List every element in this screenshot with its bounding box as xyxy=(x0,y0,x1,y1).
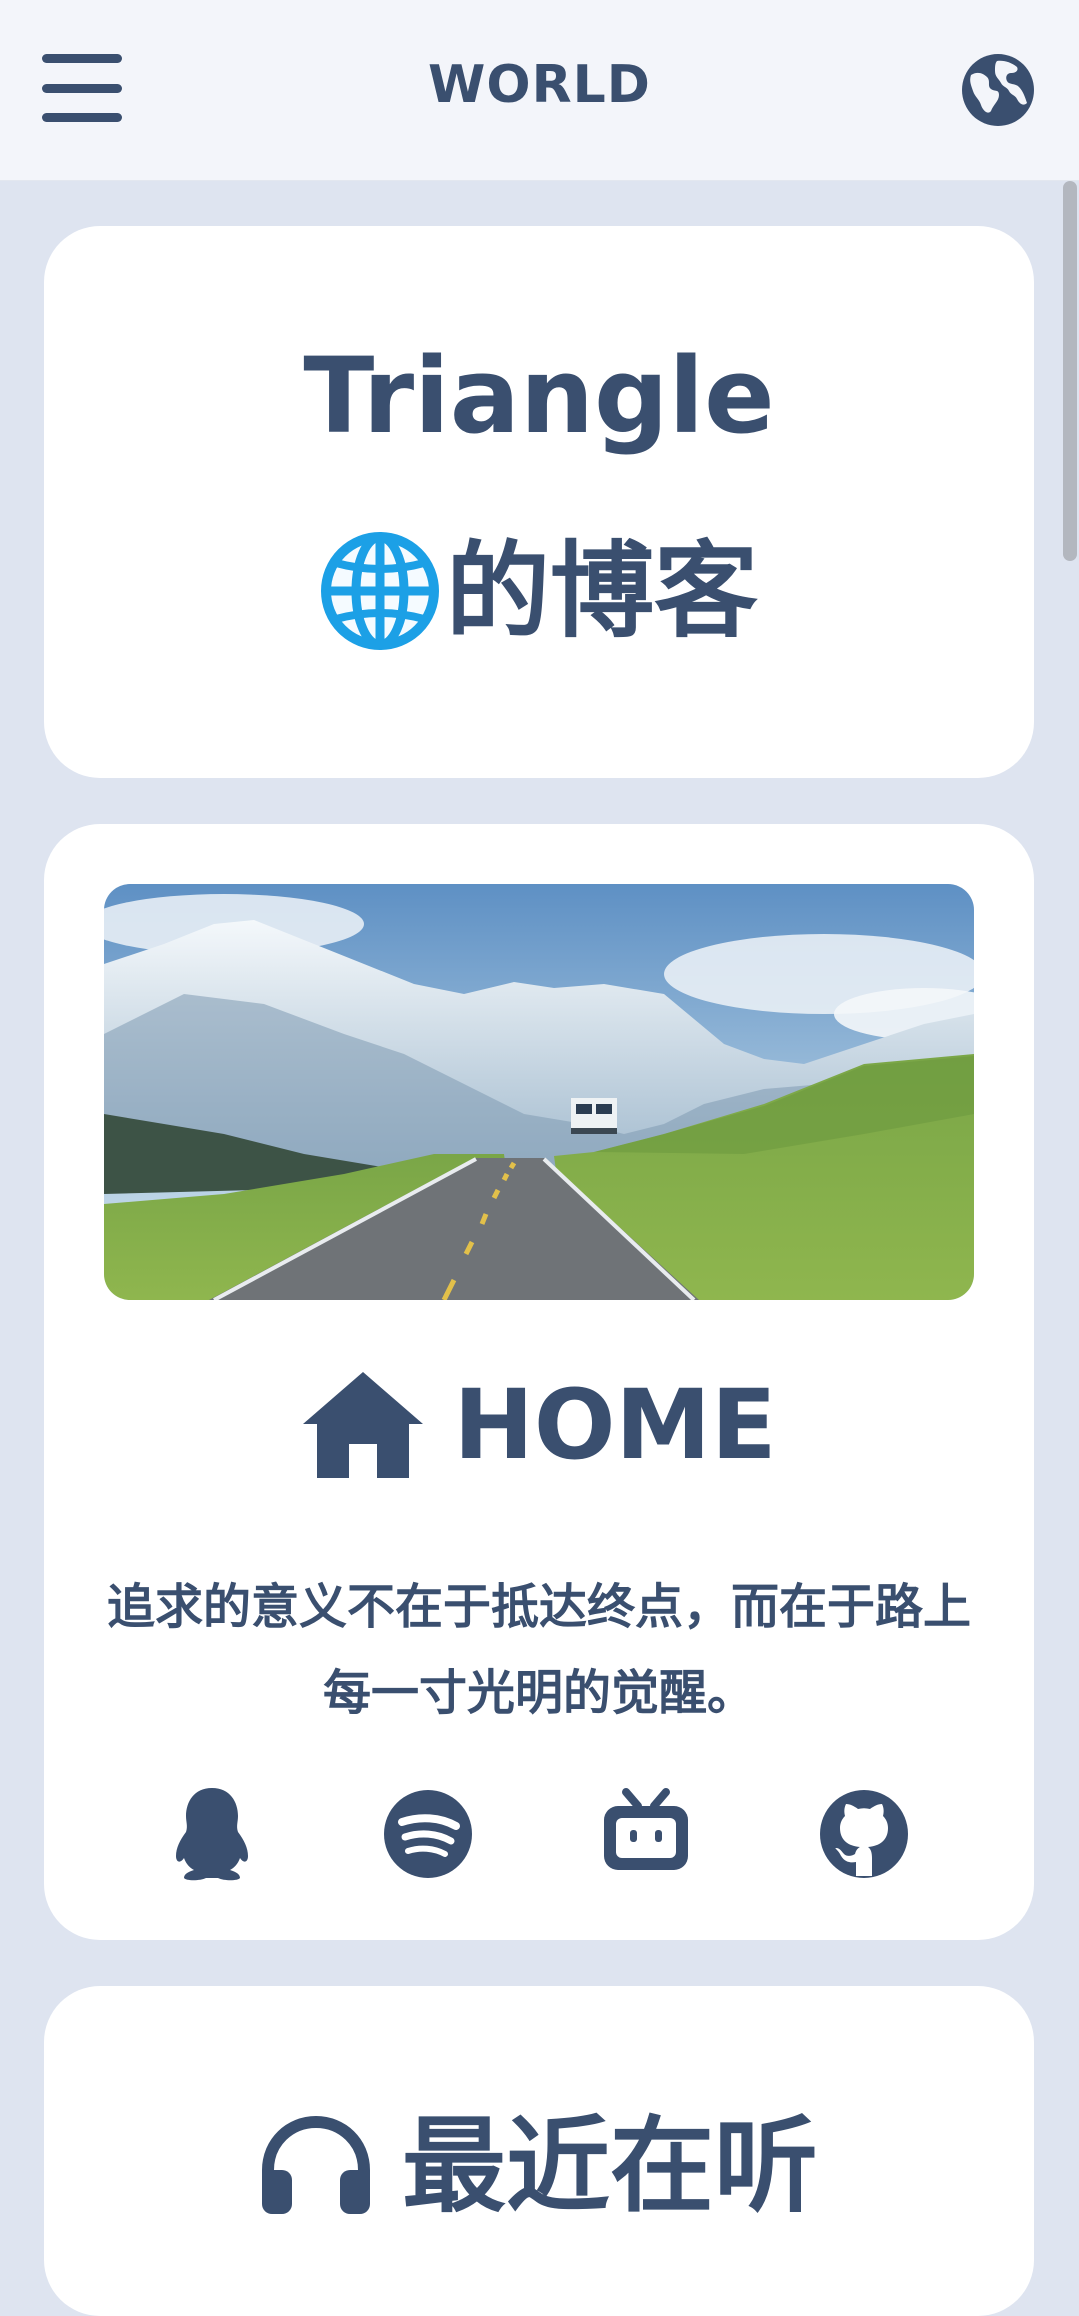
blog-title-chinese: 的博客 xyxy=(445,530,758,652)
mountain-road-with-bus-photo xyxy=(104,884,974,1300)
page-scrollbar[interactable] xyxy=(1059,181,1079,2256)
bilibili-icon[interactable] xyxy=(598,1786,694,1882)
house-icon xyxy=(303,1372,424,1478)
headphones-icon xyxy=(261,2116,370,2214)
social-links xyxy=(104,1786,974,1886)
intro-card: Triangle 的博客 xyxy=(44,226,1034,778)
recent-music-title: 最近在听 xyxy=(401,2105,818,2227)
recent-music-heading-row: 最近在听 xyxy=(44,2114,1034,2218)
home-card: HOME 追求的意义不在于抵达终点，而在于路上每一寸光明的觉醒。 xyxy=(44,824,1034,1940)
github-icon[interactable] xyxy=(816,1786,912,1882)
qq-penguin-icon[interactable] xyxy=(164,1786,260,1882)
recent-music-card: 最近在听 xyxy=(44,1986,1034,2316)
motto-text: 追求的意义不在于抵达终点，而在于路上每一寸光明的觉醒。 xyxy=(106,1579,971,1721)
globe-icon[interactable] xyxy=(961,53,1035,127)
site-brand[interactable]: WORLD xyxy=(0,55,1079,115)
blog-title-english: Triangle xyxy=(303,335,775,457)
top-app-bar: WORLD xyxy=(0,0,1079,181)
scrollbar-thumb[interactable] xyxy=(1063,181,1077,561)
home-title: HOME xyxy=(453,1369,777,1481)
globe-emoji-icon xyxy=(320,532,439,650)
spotify-icon[interactable] xyxy=(380,1786,476,1882)
blog-title-chinese-row: 的博客 xyxy=(44,531,1034,651)
home-heading-row: HOME xyxy=(44,1370,1034,1480)
